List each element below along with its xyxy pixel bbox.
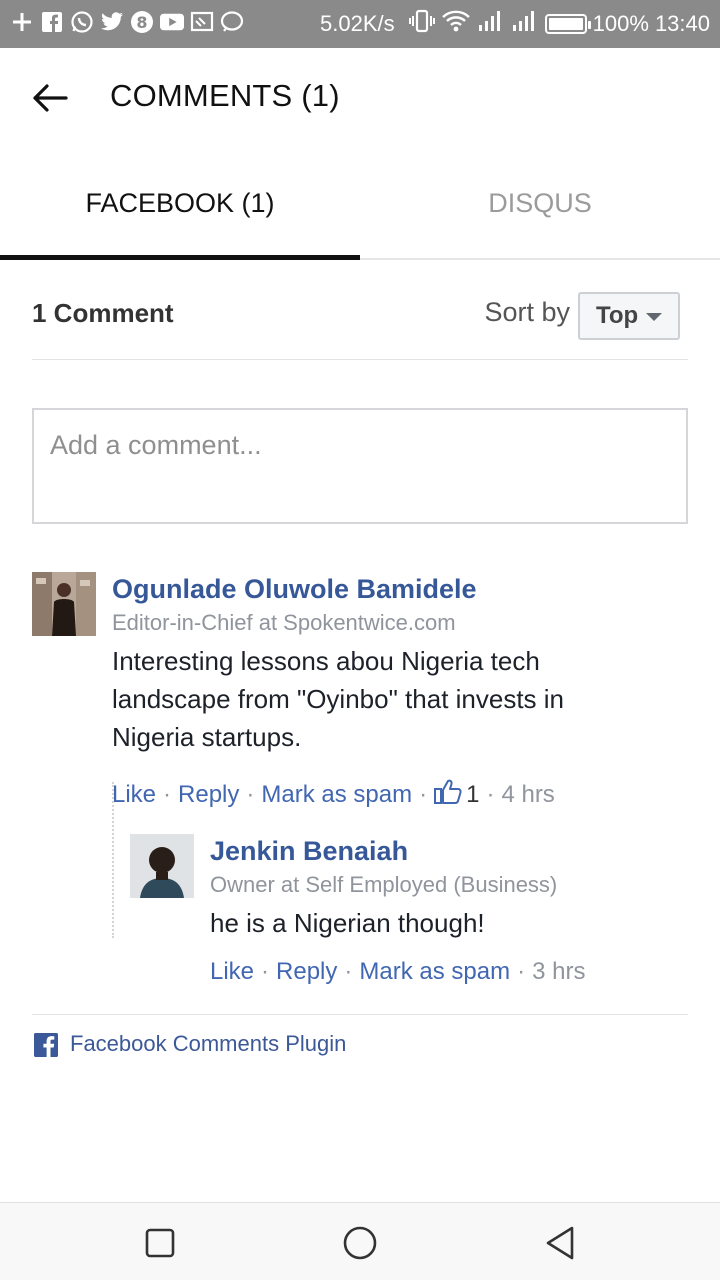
facebook-logo-icon bbox=[34, 1033, 58, 1057]
home-button[interactable] bbox=[336, 1219, 384, 1267]
thumbs-up-icon bbox=[434, 778, 462, 811]
comment-time[interactable]: 4 hrs bbox=[501, 781, 554, 809]
whatsapp-icon bbox=[70, 10, 94, 34]
status-indicators: 5.02K/s 100% 13:40 bbox=[320, 0, 710, 48]
app-bar: COMMENTS (1) bbox=[0, 48, 720, 148]
battery-percent: 100% bbox=[592, 11, 649, 36]
signal-icon-2 bbox=[511, 9, 539, 39]
caret-down-icon bbox=[646, 313, 662, 321]
reply-link[interactable]: Reply bbox=[178, 781, 239, 809]
net-speed: 5.02K/s bbox=[320, 11, 395, 36]
page-title: COMMENTS (1) bbox=[110, 78, 340, 113]
back-button[interactable] bbox=[28, 76, 72, 120]
triangle-back-icon bbox=[546, 1226, 574, 1260]
cast-icon bbox=[190, 10, 214, 34]
navigation-bar bbox=[0, 1202, 720, 1280]
tab-bar: FACEBOOK (1) DISQUS bbox=[0, 148, 720, 260]
back-nav-button[interactable] bbox=[536, 1219, 584, 1267]
like-link[interactable]: Like bbox=[112, 781, 156, 809]
square-icon bbox=[145, 1228, 175, 1258]
wifi-icon bbox=[441, 9, 471, 39]
comments-header: 1 Comment Sort by Top bbox=[32, 260, 688, 360]
avatar[interactable] bbox=[32, 572, 96, 636]
tab-disqus[interactable]: DISQUS bbox=[360, 148, 720, 258]
reply-link[interactable]: Reply bbox=[276, 958, 337, 986]
reply-author-subtitle: Owner at Self Employed (Business) bbox=[210, 872, 558, 897]
separator: · bbox=[344, 958, 353, 985]
vibrate-icon bbox=[408, 9, 435, 39]
facebook-comments-plugin-link[interactable]: Facebook Comments Plugin bbox=[70, 1031, 346, 1057]
clock: 13:40 bbox=[654, 11, 710, 36]
comment-author[interactable]: Ogunlade Oluwole Bamidele bbox=[112, 574, 477, 605]
reply-text: he is a Nigerian though! bbox=[210, 908, 485, 938]
signal-icon bbox=[477, 9, 505, 39]
separator: · bbox=[486, 780, 495, 808]
avatar[interactable] bbox=[130, 834, 194, 898]
battery-icon bbox=[544, 14, 591, 34]
facebook-icon bbox=[40, 10, 64, 34]
comment-actions: Like · Reply · Mark as spam · 1 · 4 hrs bbox=[112, 778, 555, 811]
separator: · bbox=[246, 780, 255, 808]
comment-count: 1 Comment bbox=[32, 298, 174, 328]
svg-text:8: 8 bbox=[136, 13, 147, 32]
youtube-icon bbox=[160, 10, 184, 34]
sort-by-label: Sort by bbox=[484, 297, 570, 327]
separator: · bbox=[261, 958, 270, 985]
back-arrow-icon bbox=[33, 84, 68, 112]
mark-spam-link[interactable]: Mark as spam bbox=[261, 781, 412, 809]
twitter-icon bbox=[100, 10, 124, 34]
reply-author[interactable]: Jenkin Benaiah bbox=[210, 836, 408, 867]
sort-value: Top bbox=[596, 302, 639, 329]
comment-input-box[interactable] bbox=[32, 408, 688, 524]
sort-select[interactable]: Top bbox=[578, 292, 680, 340]
comment-text: Interesting lessons abou Nigeria tech la… bbox=[112, 646, 565, 752]
reply-time[interactable]: 3 hrs bbox=[532, 958, 585, 986]
notification-icons: 8 bbox=[10, 10, 244, 34]
comment-input[interactable] bbox=[34, 410, 686, 522]
app-icon: 8 bbox=[130, 10, 154, 34]
comments-plugin: 1 Comment Sort by Top Ogunlade Oluwole B… bbox=[32, 260, 688, 1057]
status-bar: 8 5.02K/s 100% 13:40 bbox=[0, 0, 720, 48]
reply-thread-line bbox=[112, 782, 114, 938]
chat-icon bbox=[220, 10, 244, 34]
tab-facebook[interactable]: FACEBOOK (1) bbox=[0, 148, 360, 260]
recents-button[interactable] bbox=[136, 1219, 184, 1267]
plus-icon bbox=[10, 10, 34, 34]
plugin-footer: Facebook Comments Plugin bbox=[32, 1014, 688, 1086]
reply-actions: Like · Reply · Mark as spam · 3 hrs bbox=[210, 958, 585, 986]
separator: · bbox=[517, 958, 526, 985]
like-count: 1 bbox=[466, 780, 480, 808]
separator: · bbox=[163, 780, 172, 808]
separator: · bbox=[419, 780, 428, 808]
mark-spam-link[interactable]: Mark as spam bbox=[359, 958, 510, 986]
comment-author-subtitle: Editor-in-Chief at Spokentwice.com bbox=[112, 610, 456, 635]
like-link[interactable]: Like bbox=[210, 958, 254, 986]
circle-icon bbox=[343, 1226, 377, 1260]
